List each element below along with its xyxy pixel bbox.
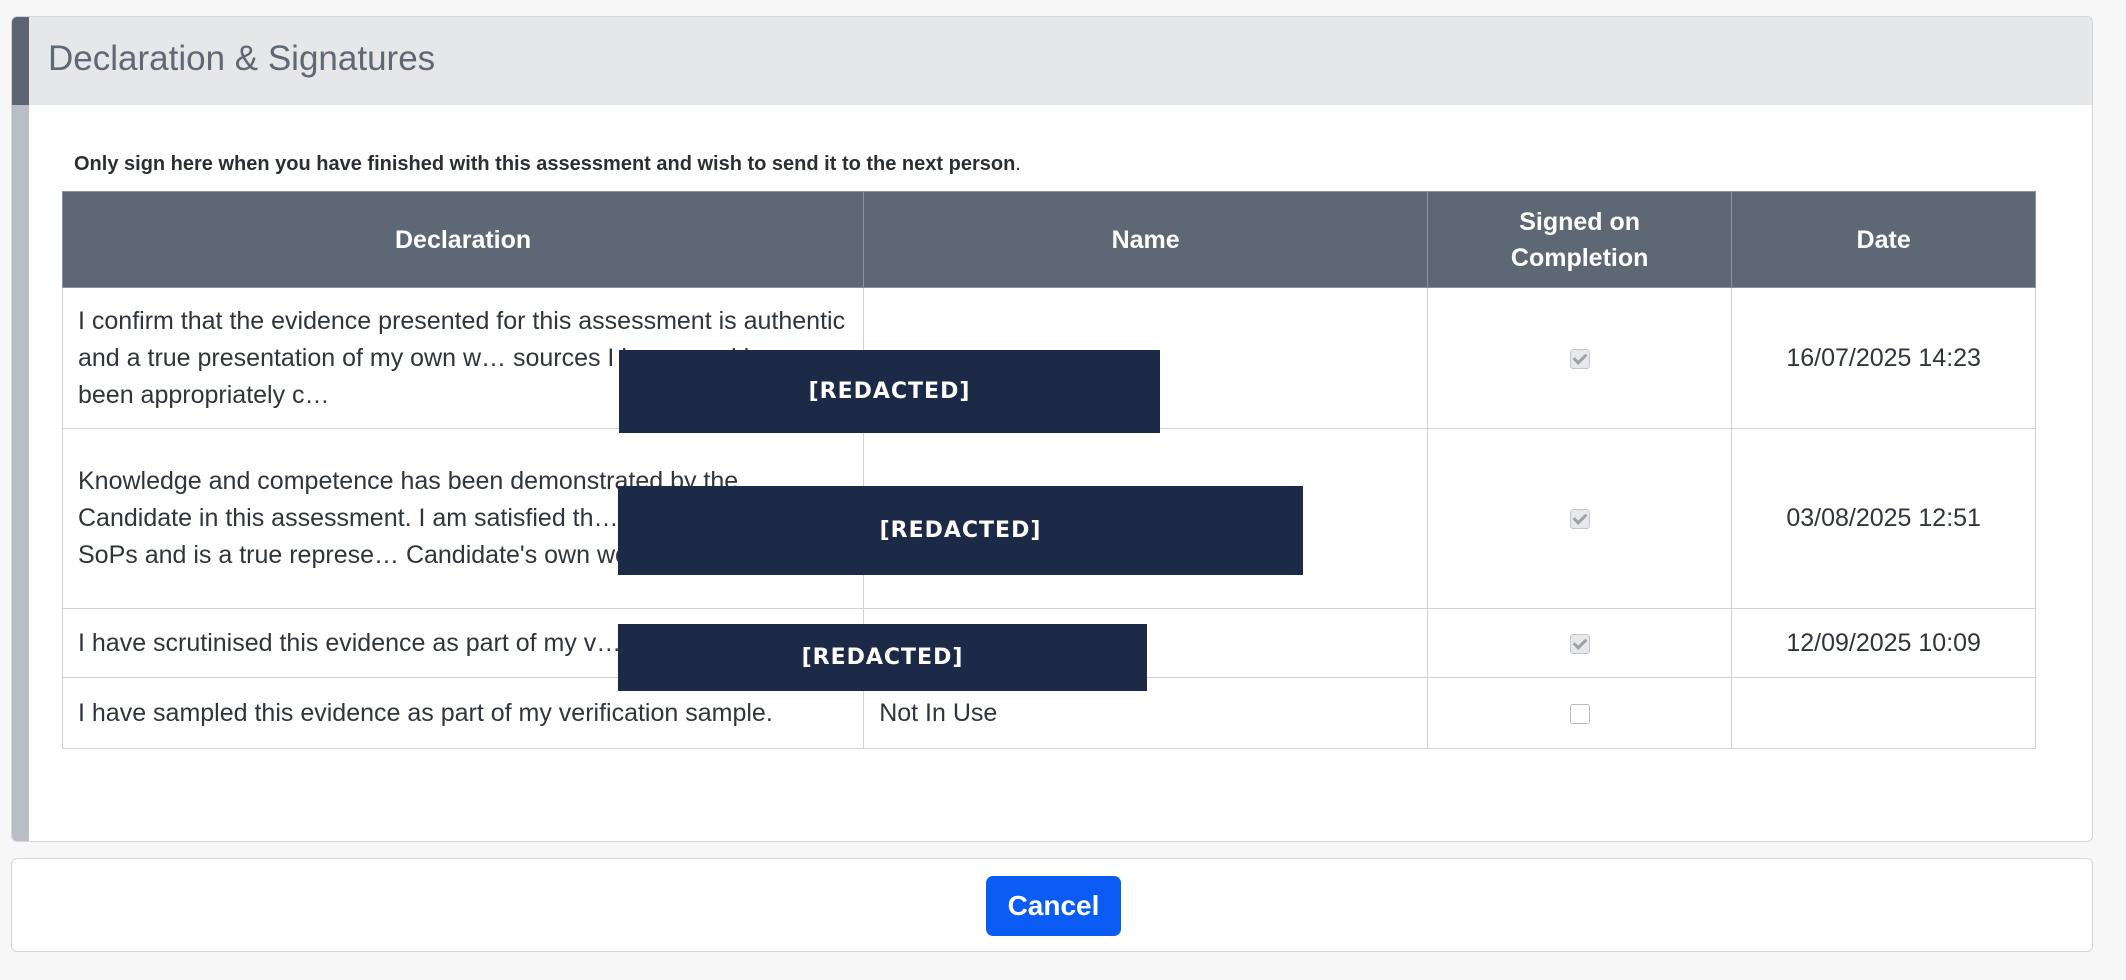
redaction-box: [REDACTED] — [618, 624, 1147, 691]
footer-panel: Cancel — [11, 858, 2093, 952]
signed-cell — [1427, 287, 1733, 429]
signed-cell — [1427, 677, 1733, 749]
instruction-period: . — [1015, 153, 1021, 175]
date-cell — [1731, 677, 2036, 749]
panel-header: Declaration & Signatures — [29, 17, 2092, 105]
panel-accent-bar — [12, 17, 29, 841]
signed-checkbox-checked[interactable] — [1569, 509, 1590, 530]
date-cell: 03/08/2025 12:51 — [1731, 428, 2036, 609]
date-cell: 12/09/2025 10:09 — [1731, 608, 2036, 678]
signed-checkbox-unchecked[interactable] — [1569, 703, 1590, 724]
header-signed-on-completion: Signed on Completion — [1427, 191, 1733, 288]
table-header-row: Declaration Name Signed on Completion Da… — [61, 191, 2036, 288]
header-declaration: Declaration — [61, 191, 865, 288]
panel-title: Declaration & Signatures — [48, 39, 436, 78]
date-cell: 16/07/2025 14:23 — [1731, 287, 2036, 429]
header-name: Name — [863, 191, 1429, 288]
header-signed-label: Signed on Completion — [1510, 207, 1649, 272]
cancel-button[interactable]: Cancel — [986, 876, 1121, 936]
signed-cell — [1427, 608, 1733, 678]
instruction-text: Only sign here when you have finished wi… — [74, 153, 1021, 176]
header-date: Date — [1731, 191, 2036, 288]
redaction-box: [REDACTED] — [619, 350, 1160, 433]
redaction-box: [REDACTED] — [618, 486, 1303, 575]
signed-checkbox-checked[interactable] — [1569, 348, 1590, 369]
instruction-main: Only sign here when you have finished wi… — [74, 153, 1016, 175]
panel-header-accent — [12, 17, 29, 105]
signed-cell — [1427, 428, 1733, 609]
signed-checkbox-checked[interactable] — [1569, 633, 1590, 654]
